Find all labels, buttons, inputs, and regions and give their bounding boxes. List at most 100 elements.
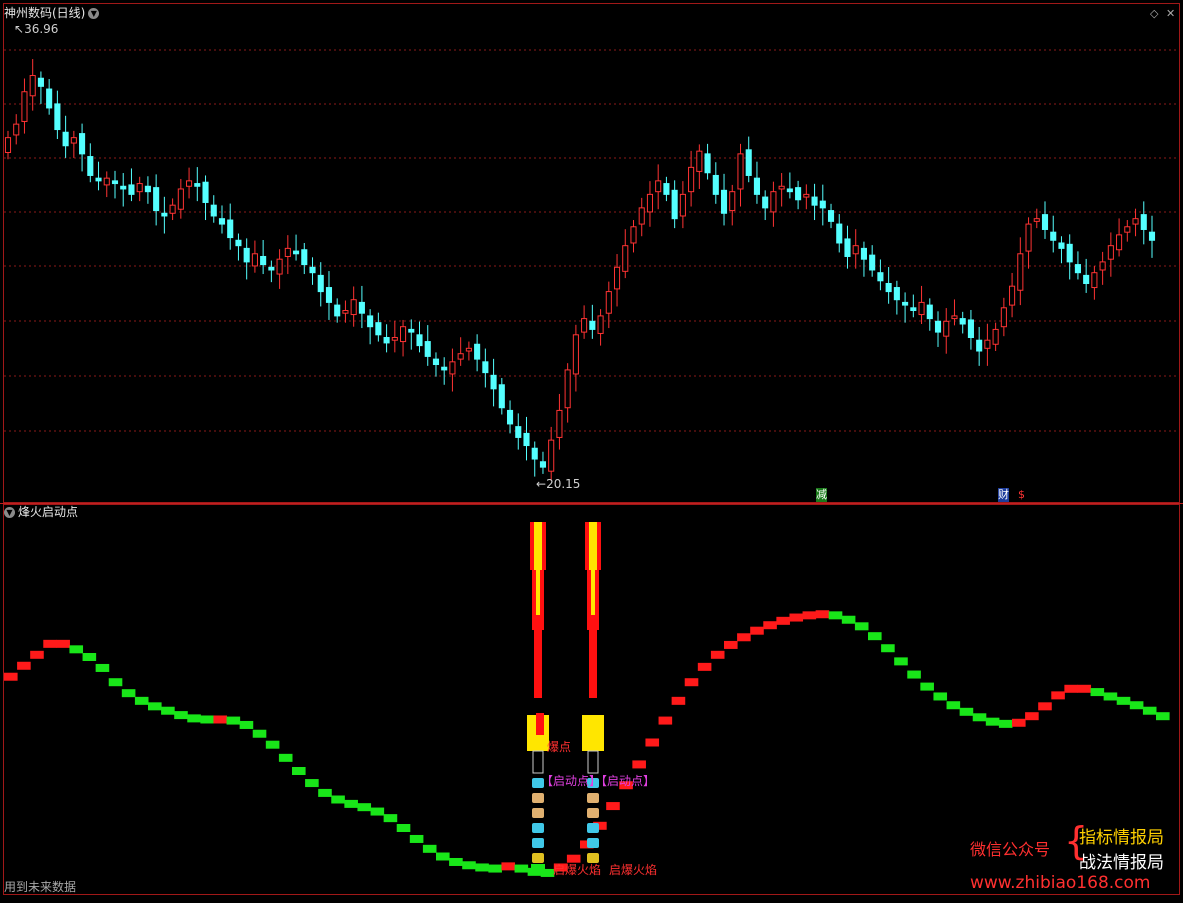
indicator-block <box>148 702 162 711</box>
candle-body <box>383 337 390 344</box>
indicator-block <box>56 639 70 648</box>
candle-body <box>301 249 308 266</box>
fire-1-flame-mid-core <box>536 570 540 615</box>
candle-body <box>416 334 423 347</box>
indicator-block <box>82 653 97 661</box>
website-url[interactable]: www.zhibiao168.com <box>970 873 1150 893</box>
chevron-down-icon[interactable]: ▼ <box>4 507 15 518</box>
candle-body <box>852 245 859 255</box>
candle-body <box>309 266 316 274</box>
fire-1-stem <box>532 750 544 774</box>
indicator-block <box>161 706 175 715</box>
indicator-block <box>684 678 699 687</box>
candle-body <box>1074 264 1081 274</box>
candle-body <box>317 274 324 293</box>
candle-body <box>46 88 53 109</box>
candle-body <box>1000 307 1007 328</box>
explode-point-label: 爆点 <box>547 740 572 754</box>
candle-body <box>1058 242 1065 249</box>
indicator-block <box>383 814 398 823</box>
indicator-block <box>645 738 660 747</box>
candle-body <box>844 238 851 257</box>
dividend-event-mark[interactable]: $ <box>1018 488 1025 502</box>
indicator-block <box>134 696 149 705</box>
indicator-block <box>920 682 934 691</box>
candle-body <box>976 339 983 352</box>
indicator-title: 烽火启动点 <box>18 505 79 519</box>
indicator-block <box>331 795 345 804</box>
indicator-block <box>632 760 646 769</box>
indicator-block <box>265 740 280 749</box>
start-point-label-1: 【启动点】 <box>541 774 602 788</box>
candle-body <box>902 301 909 306</box>
candle-body <box>1140 214 1147 230</box>
candle-body <box>671 189 678 220</box>
brand-name-2: 战法情报局 <box>1079 853 1164 873</box>
candle-body <box>515 426 522 438</box>
reduction-event-mark[interactable]: 减 <box>816 488 827 502</box>
candle-body <box>770 191 777 213</box>
candle-body <box>202 181 209 203</box>
indicator-block <box>69 645 84 654</box>
candle-body <box>630 226 637 244</box>
fire-2-icon-stack <box>587 823 599 833</box>
indicator-block <box>828 611 843 620</box>
candle-body <box>424 341 431 357</box>
fire-2-icon-stack <box>587 808 599 818</box>
main-chart-title: 神州数码(日线) <box>4 6 86 20</box>
candle-body <box>877 272 884 282</box>
indicator-block <box>658 716 673 725</box>
fire-1-icon-stack <box>532 793 544 803</box>
fire-2-flame-mid-core <box>591 570 595 615</box>
diamond-icon[interactable]: ◇ <box>1150 7 1158 20</box>
candle-body <box>334 304 341 317</box>
indicator-block <box>1116 696 1131 705</box>
chevron-down-icon[interactable]: ▼ <box>88 8 100 19</box>
candle-body <box>1025 223 1032 252</box>
indicator-block <box>501 862 516 871</box>
candle-body <box>581 318 588 333</box>
candle-body <box>293 250 300 255</box>
indicator-block <box>972 713 987 722</box>
candle-body <box>1132 218 1139 225</box>
finance-event-mark[interactable]: 财 <box>998 488 1009 502</box>
indicator-block <box>802 611 817 620</box>
candle-body <box>4 137 12 154</box>
indicator-block <box>998 719 1013 728</box>
indicator-block <box>841 615 856 624</box>
candle-body <box>918 301 925 316</box>
indicator-block <box>776 616 790 625</box>
brand-name-1: 指标情报局 <box>1079 828 1164 848</box>
indicator-block <box>174 711 188 720</box>
main-chart-title-row: 神州数码(日线) ▼ <box>4 6 100 20</box>
candle-body <box>951 315 958 320</box>
indicator-block <box>815 610 830 619</box>
fire-2-stem <box>587 750 599 774</box>
indicator-block <box>933 692 948 701</box>
indicator-block <box>4 672 18 681</box>
close-icon[interactable]: ✕ <box>1166 7 1175 20</box>
candle-body <box>605 291 612 314</box>
candle-body <box>786 188 793 193</box>
candle-body <box>967 319 974 339</box>
fire-1-explode-red <box>536 713 544 735</box>
indicator-block <box>946 701 961 710</box>
candle-body <box>1009 285 1016 306</box>
candle-body <box>276 258 283 275</box>
candle-body <box>136 183 143 193</box>
candle-body <box>268 266 275 271</box>
candle-body <box>564 369 571 409</box>
candle-body <box>712 174 719 195</box>
candle-body <box>622 245 629 272</box>
indicator-block <box>985 717 1000 726</box>
indicator-block <box>108 678 123 687</box>
candle-body <box>638 207 645 225</box>
indicator-block <box>1090 688 1105 697</box>
candle-body <box>1083 274 1090 284</box>
candle-body <box>128 184 135 195</box>
candle-body <box>161 212 168 217</box>
candle-body <box>120 185 127 190</box>
candle-body <box>284 247 291 257</box>
indicator-block <box>252 729 267 738</box>
candle-body <box>523 432 530 447</box>
